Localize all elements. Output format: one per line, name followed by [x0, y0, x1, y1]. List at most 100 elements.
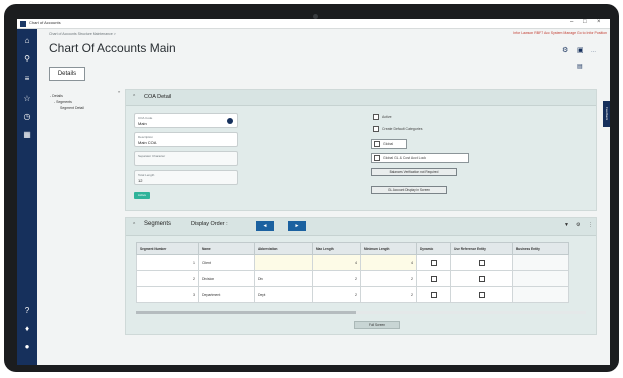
app-screen: Chart of Accounts – □ × ⌂ ⚲ ≡ ☆ ◷ ▦ ? ♦ … — [17, 19, 610, 365]
table-row[interactable]: 1 Client 4 4 — [136, 254, 569, 271]
page-title: Chart Of Accounts Main — [49, 41, 176, 55]
total-length-field[interactable]: Total Length 12 — [134, 170, 238, 185]
min-length-cell[interactable]: 2 — [360, 286, 417, 303]
details-button[interactable]: Details — [49, 67, 85, 81]
business-entity-cell[interactable] — [512, 270, 569, 287]
separator-field[interactable]: Separator Character — [134, 151, 238, 166]
global-checkbox[interactable] — [374, 141, 380, 147]
column-header[interactable]: Use Reference Entity — [450, 242, 513, 255]
notification-icon[interactable]: ♦ — [21, 323, 33, 335]
tree-item-segment-detail[interactable]: Segment Detail — [50, 105, 120, 111]
order-left-button[interactable]: ◄ — [256, 221, 274, 231]
use-reference-checkbox[interactable] — [478, 275, 485, 282]
top-links[interactable]: Infor Lawson RBF7 Acc System Manage Go t… — [513, 31, 607, 35]
help-icon[interactable]: ? — [21, 305, 33, 317]
coa-code-field[interactable]: COA Code Main — [134, 113, 238, 128]
dynamic-checkbox[interactable] — [430, 275, 437, 282]
star-icon[interactable]: ☆ — [21, 93, 33, 105]
max-length-cell[interactable]: 2 — [312, 286, 361, 303]
column-header[interactable]: Dynamic — [416, 242, 451, 255]
create-default-label: Create Default Categories — [382, 127, 423, 131]
horizontal-scrollbar[interactable] — [136, 311, 586, 314]
window-titlebar: Chart of Accounts – □ × — [17, 19, 610, 29]
balances-verification-button[interactable]: Balances Verification not Required — [371, 168, 457, 176]
full-screen-button[interactable]: Full Screen — [354, 321, 400, 329]
coa-detail-header[interactable]: ⌃ COA Detail — [126, 90, 596, 106]
table-row[interactable]: 2 Division Div 2 2 — [136, 270, 569, 287]
gl-account-display-button[interactable]: GL Account Display in Screen — [371, 186, 447, 194]
grid-settings-icon[interactable]: ⚙ — [576, 222, 580, 228]
home-icon[interactable]: ⌂ — [21, 35, 33, 47]
dynamic-checkbox[interactable] — [430, 259, 437, 266]
scrollbar-thumb[interactable] — [136, 311, 356, 314]
total-length-label: Total Length — [138, 173, 155, 177]
coa-code-value: Main — [138, 121, 147, 126]
dynamic-cell[interactable] — [416, 286, 451, 303]
breadcrumb[interactable]: Chart of Accounts Structure Maintenance … — [49, 32, 116, 36]
create-default-checkbox[interactable] — [373, 126, 379, 132]
max-length-cell[interactable]: 4 — [312, 254, 361, 271]
minimize-icon[interactable]: – — [570, 19, 573, 25]
column-header[interactable]: Name — [198, 242, 255, 255]
name-cell[interactable]: Division — [198, 270, 255, 287]
active-checkbox[interactable] — [373, 114, 379, 120]
tree-item-segment-detail-label: Segment Detail — [60, 106, 84, 110]
segments-title: Segments — [144, 221, 172, 227]
lookup-icon[interactable] — [227, 118, 233, 124]
use-reference-cell[interactable] — [450, 254, 513, 271]
name-cell[interactable]: Client — [198, 254, 255, 271]
max-length-cell[interactable]: 2 — [312, 270, 361, 287]
segments-collapse-icon[interactable]: ⌃ — [132, 222, 136, 228]
segments-table: Segment Number Name Abbreviation Max Len… — [136, 242, 569, 303]
order-right-button[interactable]: ► — [288, 221, 306, 231]
global-gl-checkbox[interactable] — [374, 155, 380, 161]
column-header[interactable]: Abbreviation — [254, 242, 313, 255]
use-reference-checkbox[interactable] — [478, 291, 485, 298]
dynamic-cell[interactable] — [416, 254, 451, 271]
min-length-cell[interactable]: 4 — [360, 254, 417, 271]
user-icon[interactable]: ● — [21, 341, 33, 353]
more-icon[interactable]: ⋯ — [591, 49, 596, 55]
global-checkbox-group[interactable]: Global — [371, 139, 407, 149]
navigation-tree: - Details - Segments Segment Detail — [50, 93, 120, 111]
grid-icon[interactable]: ▦ — [21, 129, 33, 141]
segments-panel: ⌃ Segments Display Order : ◄ ► ▼ ⚙ ⋮ Seg… — [125, 217, 597, 335]
maximize-icon[interactable]: □ — [583, 19, 587, 25]
segment-number-cell: 3 — [136, 286, 199, 303]
use-reference-cell[interactable] — [450, 270, 513, 287]
use-reference-cell[interactable] — [450, 286, 513, 303]
business-entity-cell[interactable] — [512, 286, 569, 303]
name-cell[interactable]: Department — [198, 286, 255, 303]
save-icon[interactable]: ▣ — [577, 46, 584, 54]
search-icon[interactable]: ⚲ — [21, 53, 33, 65]
left-nav-sidebar: ⌂ ⚲ ≡ ☆ ◷ ▦ ? ♦ ● — [17, 29, 37, 365]
column-header[interactable]: Segment Number — [136, 242, 199, 255]
abbreviation-cell[interactable]: Div — [254, 270, 313, 287]
table-row[interactable]: 3 Department Dept 2 2 — [136, 286, 569, 303]
dynamic-checkbox[interactable] — [430, 291, 437, 298]
business-entity-cell[interactable] — [512, 254, 569, 271]
active-badge[interactable]: Active — [134, 192, 150, 199]
abbreviation-cell[interactable]: Dept — [254, 286, 313, 303]
coa-detail-panel: ⌃ COA Detail COA Code Main Description M… — [125, 89, 597, 211]
menu-icon[interactable]: ≡ — [21, 73, 33, 85]
abbreviation-cell[interactable] — [254, 254, 313, 271]
layout-icon[interactable]: ▤ — [577, 63, 583, 70]
column-header[interactable]: Business Entity — [512, 242, 569, 255]
global-gl-checkbox-group[interactable]: Global GL & Cost Acct Lock — [371, 153, 469, 163]
more-options-icon[interactable]: ⋮ — [588, 222, 593, 228]
settings-icon[interactable]: ⚙ — [562, 46, 568, 54]
column-header[interactable]: Max Length — [312, 242, 361, 255]
filter-icon[interactable]: ▼ — [564, 222, 569, 228]
use-reference-checkbox[interactable] — [478, 259, 485, 266]
history-icon[interactable]: ◷ — [21, 111, 33, 123]
description-field[interactable]: Description Main COA — [134, 132, 238, 147]
segment-number-cell: 1 — [136, 254, 199, 271]
column-header[interactable]: Minimum Length — [360, 242, 417, 255]
close-icon[interactable]: × — [597, 19, 601, 25]
min-length-cell[interactable]: 2 — [360, 270, 417, 287]
global-gl-label: Global GL & Cost Acct Lock — [383, 156, 427, 160]
dynamic-cell[interactable] — [416, 270, 451, 287]
feedback-tab[interactable]: Feedback — [603, 101, 610, 127]
collapse-chevron-icon[interactable]: ⌃ — [132, 94, 136, 100]
